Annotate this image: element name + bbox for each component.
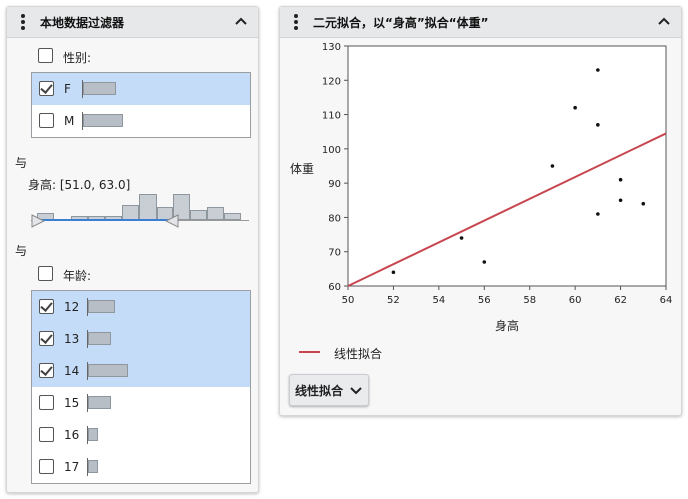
y-tick-label: 70 xyxy=(328,248,341,259)
data-point xyxy=(573,105,577,110)
x-axis-label: 身高 xyxy=(495,318,519,333)
x-tick-label: 58 xyxy=(523,295,536,306)
gender-m-checkbox[interactable] xyxy=(39,113,54,128)
data-point xyxy=(641,201,646,206)
y-tick-label: 110 xyxy=(322,111,341,122)
age-14-label: 14 xyxy=(64,364,80,378)
collapse-chevron-up-icon[interactable] xyxy=(234,16,248,26)
legend-fit-label: 线性拟合 xyxy=(334,347,383,361)
height-histogram-bar xyxy=(190,210,207,220)
gender-item-m[interactable]: M xyxy=(32,105,250,137)
linear-fit-button-label: 线性拟合 xyxy=(295,384,344,398)
fit-panel-header: 二元拟合，以“身高”拟合“体重” xyxy=(280,7,681,38)
x-tick-label: 50 xyxy=(342,295,355,306)
filter-panel-title: 本地数据过滤器 xyxy=(40,16,125,30)
linear-fit-dropdown-button[interactable]: 线性拟合 xyxy=(289,374,369,406)
y-tick-label: 130 xyxy=(322,42,341,53)
gender-f-count-bar xyxy=(83,82,116,95)
x-tick-label: 62 xyxy=(614,295,627,306)
plot-frame xyxy=(347,45,667,287)
age-item-12[interactable]: 12 xyxy=(32,291,250,323)
age-12-label: 12 xyxy=(64,300,80,314)
gender-filter-checkbox[interactable] xyxy=(38,48,53,63)
age-item-15[interactable]: 15 xyxy=(32,387,250,419)
gender-f-label: F xyxy=(64,82,71,96)
data-point xyxy=(596,123,600,127)
and-connector-1: 与 xyxy=(15,156,28,170)
gender-item-f[interactable]: F xyxy=(32,73,250,105)
gender-m-label: M xyxy=(64,114,75,128)
age-16-label: 16 xyxy=(64,428,80,442)
x-tick-label: 54 xyxy=(432,295,445,306)
height-histogram-bar xyxy=(139,194,157,220)
more-options-icon[interactable] xyxy=(292,14,300,30)
age-17-checkbox[interactable] xyxy=(39,459,54,474)
age-filter-label: 年龄: xyxy=(63,269,92,283)
bivariate-fit-panel: 二元拟合，以“身高”拟合“体重” 60 70 80 90 100 110 120 130 50 5… xyxy=(279,6,682,416)
y-tick-label: 80 xyxy=(328,213,341,224)
range-min-handle[interactable] xyxy=(31,214,45,228)
scatter-plot: 60 70 80 90 100 110 120 130 50 52 54 56 58 60 62 64 身高 体重 xyxy=(290,42,673,333)
legend-fit-swatch xyxy=(299,351,320,353)
data-point xyxy=(391,270,396,275)
age-15-checkbox[interactable] xyxy=(39,395,54,410)
age-item-16[interactable]: 16 xyxy=(32,419,250,451)
range-max-handle[interactable] xyxy=(165,214,179,228)
age-13-label: 13 xyxy=(64,332,80,346)
x-tick-label: 64 xyxy=(660,295,673,306)
height-histogram xyxy=(31,191,249,229)
gender-listbox: F M xyxy=(31,72,251,138)
age-item-14[interactable]: 14 xyxy=(32,355,250,387)
y-tick-label: 120 xyxy=(322,76,341,87)
data-point xyxy=(596,68,600,72)
age-15-label: 15 xyxy=(64,396,80,410)
age-13-checkbox[interactable] xyxy=(39,331,54,346)
age-14-checkbox[interactable] xyxy=(39,363,54,378)
age-listbox: 12 13 14 15 16 17 xyxy=(31,290,251,484)
age-item-13[interactable]: 13 xyxy=(32,323,250,355)
y-tick-label: 60 xyxy=(328,282,341,293)
x-tick-label: 52 xyxy=(387,295,400,306)
age-16-count-bar xyxy=(88,428,98,441)
age-item-17[interactable]: 17 xyxy=(32,451,250,483)
height-histogram-bar xyxy=(122,205,139,220)
slider-selected-range xyxy=(37,219,171,221)
data-point xyxy=(482,260,487,264)
age-13-count-bar xyxy=(88,332,111,345)
local-data-filter-panel: 本地数据过滤器 性别: F M 与 身高: [51.0, 63.0] 与 年龄:… xyxy=(6,6,259,493)
data-point xyxy=(596,212,600,216)
age-filter-checkbox[interactable] xyxy=(38,266,53,281)
y-tick-label: 90 xyxy=(328,179,341,190)
x-tick-label: 56 xyxy=(478,295,491,306)
age-17-label: 17 xyxy=(64,460,80,474)
gender-filter-label: 性别: xyxy=(63,51,92,65)
gender-f-checkbox[interactable] xyxy=(39,81,54,96)
y-axis-label: 体重 xyxy=(290,162,314,176)
age-14-count-bar xyxy=(88,364,128,377)
data-point xyxy=(618,198,623,203)
and-connector-2: 与 xyxy=(15,244,28,258)
chevron-down-icon xyxy=(350,387,362,395)
data-point xyxy=(618,177,623,182)
y-tick-label: 100 xyxy=(322,145,341,156)
data-point xyxy=(550,164,555,168)
height-histogram-bar xyxy=(224,213,241,220)
age-15-count-bar xyxy=(88,396,111,409)
age-12-count-bar xyxy=(88,300,115,313)
collapse-chevron-up-icon[interactable] xyxy=(657,16,671,26)
fit-panel-title: 二元拟合，以“身高”拟合“体重” xyxy=(313,16,489,30)
height-histogram-bar xyxy=(207,207,224,220)
age-17-count-bar xyxy=(88,460,98,473)
more-options-icon[interactable] xyxy=(19,14,27,30)
age-12-checkbox[interactable] xyxy=(39,299,54,314)
data-point xyxy=(459,236,464,240)
filter-panel-header: 本地数据过滤器 xyxy=(7,7,258,38)
gender-m-count-bar xyxy=(83,114,123,127)
x-tick-label: 60 xyxy=(569,295,582,306)
age-16-checkbox[interactable] xyxy=(39,427,54,442)
